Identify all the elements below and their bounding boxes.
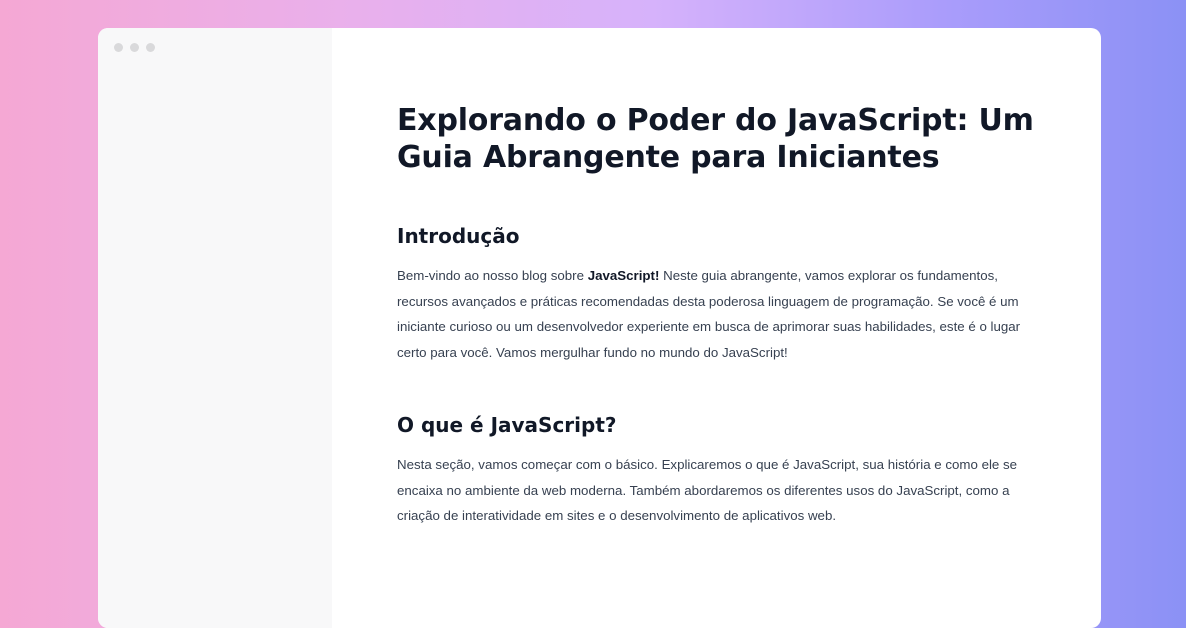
browser-window: Explorando o Poder do JavaScript: Um Gui… — [98, 28, 1101, 628]
window-dot-icon[interactable] — [130, 43, 139, 52]
paragraph-bold-text: JavaScript! — [587, 268, 660, 283]
section-heading-o-que-e: O que é JavaScript? — [397, 413, 617, 437]
article: Explorando o Poder do JavaScript: Um Gui… — [397, 102, 1037, 529]
window-controls — [114, 43, 155, 52]
section-paragraph-o-que-e: Nesta seção, vamos começar com o básico.… — [397, 457, 1018, 523]
window-dot-icon[interactable] — [146, 43, 155, 52]
section-heading-introducao: Introdução — [397, 224, 520, 248]
paragraph-text: Bem-vindo ao nosso blog sobre — [397, 268, 588, 283]
article-title: Explorando o Poder do JavaScript: Um Gui… — [397, 103, 1034, 175]
section-paragraph-introducao: Bem-vindo ao nosso blog sobre JavaScript… — [397, 263, 1037, 365]
sidebar — [98, 28, 332, 628]
window-dot-icon[interactable] — [114, 43, 123, 52]
